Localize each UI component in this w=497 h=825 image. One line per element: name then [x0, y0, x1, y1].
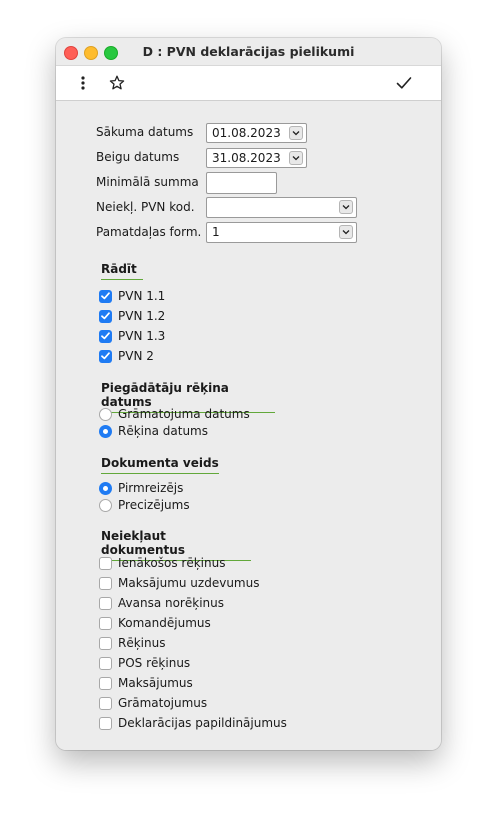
chevron-down-icon[interactable]: [289, 151, 303, 165]
end-date-value: 31.08.2023: [212, 151, 281, 165]
vat-code-label: Neiekļ. PVN kod.: [96, 200, 195, 214]
exclude-checkbox-row[interactable]: Ienākošos rēķinus: [99, 555, 225, 571]
show-checkbox-row[interactable]: PVN 1.1: [99, 288, 165, 304]
start-date-label: Sākuma datums: [96, 125, 194, 139]
checkbox[interactable]: [99, 596, 112, 610]
checkbox[interactable]: [99, 716, 112, 730]
base-form-select[interactable]: 1: [206, 222, 357, 243]
title-bar: D : PVN deklarācijas pielikumi: [56, 38, 441, 66]
document-type-section-heading: Dokumenta veids: [101, 456, 219, 474]
min-sum-label: Minimālā summa: [96, 175, 199, 189]
checkbox[interactable]: [99, 289, 112, 303]
checkbox[interactable]: [99, 636, 112, 650]
chevron-down-icon[interactable]: [289, 126, 303, 140]
checkbox[interactable]: [99, 656, 112, 670]
exclude-checkbox-row[interactable]: Grāmatojumus: [99, 695, 207, 711]
checkbox[interactable]: [99, 696, 112, 710]
supplier-date-radio-row[interactable]: Rēķina datums: [99, 423, 208, 439]
show-checkbox-label: PVN 1.2: [118, 309, 166, 323]
checkbox[interactable]: [99, 616, 112, 630]
exclude-checkbox-label: Rēķinus: [118, 636, 166, 650]
dialog-window: D : PVN deklarācijas pielikumi Sākuma da…: [56, 38, 441, 750]
radio-button[interactable]: [99, 481, 112, 495]
more-vertical-icon[interactable]: [73, 73, 93, 93]
exclude-checkbox-label: Avansa norēķinus: [118, 596, 224, 610]
exclude-checkbox-row[interactable]: POS rēķinus: [99, 655, 190, 671]
show-checkbox-row[interactable]: PVN 1.2: [99, 308, 165, 324]
checkmark-icon[interactable]: [394, 73, 414, 93]
exclude-checkbox-label: Ienākošos rēķinus: [118, 556, 226, 570]
document-type-radio-label: Precizējums: [118, 498, 190, 512]
window-title: D : PVN deklarācijas pielikumi: [142, 44, 355, 59]
start-date-value: 01.08.2023: [212, 126, 281, 140]
min-sum-input[interactable]: [206, 172, 277, 194]
exclude-checkbox-label: Komandējumus: [118, 616, 211, 630]
exclude-checkbox-label: Maksājumus: [118, 676, 193, 690]
document-type-radio-row[interactable]: Pirmreizējs: [99, 480, 183, 496]
document-type-radio-label: Pirmreizējs: [118, 481, 184, 495]
exclude-checkbox-label: Grāmatojumus: [118, 696, 208, 710]
end-date-select[interactable]: 31.08.2023: [206, 148, 307, 168]
end-date-label: Beigu datums: [96, 150, 180, 164]
radio-button[interactable]: [99, 498, 112, 512]
checkbox[interactable]: [99, 556, 112, 570]
toolbar: [56, 66, 441, 101]
show-checkbox-label: PVN 1.3: [118, 329, 166, 343]
star-icon[interactable]: [107, 73, 127, 93]
supplier-date-radio-label: Rēķina datums: [118, 424, 208, 438]
vat-code-select[interactable]: [206, 197, 357, 218]
show-checkbox-row[interactable]: PVN 1.3: [99, 328, 165, 344]
show-section-heading: Rādīt: [101, 262, 143, 280]
document-type-radio-row[interactable]: Precizējums: [99, 497, 190, 513]
checkbox[interactable]: [99, 309, 112, 323]
form-content: Sākuma datums 01.08.2023 Beigu datums 31…: [56, 101, 441, 750]
exclude-checkbox-label: Deklarācijas papildinājumus: [118, 716, 287, 730]
base-form-value: 1: [212, 225, 220, 239]
exclude-checkbox-row[interactable]: Maksājumus: [99, 675, 193, 691]
show-checkbox-row[interactable]: PVN 2: [99, 348, 154, 364]
radio-button[interactable]: [99, 424, 112, 438]
base-form-label: Pamatdaļas form.: [96, 225, 202, 239]
show-checkbox-label: PVN 2: [118, 349, 154, 363]
exclude-checkbox-row[interactable]: Rēķinus: [99, 635, 165, 651]
supplier-date-radio-label: Grāmatojuma datums: [118, 407, 250, 421]
radio-button[interactable]: [99, 407, 112, 421]
start-date-select[interactable]: 01.08.2023: [206, 123, 307, 143]
chevron-down-icon[interactable]: [339, 200, 353, 214]
checkbox[interactable]: [99, 349, 112, 363]
exclude-checkbox-row[interactable]: Maksājumu uzdevumus: [99, 575, 259, 591]
exclude-checkbox-row[interactable]: Avansa norēķinus: [99, 595, 224, 611]
exclude-checkbox-row[interactable]: Komandējumus: [99, 615, 211, 631]
exclude-checkbox-label: POS rēķinus: [118, 656, 191, 670]
checkbox[interactable]: [99, 576, 112, 590]
exclude-checkbox-label: Maksājumu uzdevumus: [118, 576, 260, 590]
chevron-down-icon[interactable]: [339, 225, 353, 239]
checkbox[interactable]: [99, 676, 112, 690]
supplier-date-radio-row[interactable]: Grāmatojuma datums: [99, 406, 250, 422]
exclude-checkbox-row[interactable]: Deklarācijas papildinājumus: [99, 715, 287, 731]
show-checkbox-label: PVN 1.1: [118, 289, 166, 303]
checkbox[interactable]: [99, 329, 112, 343]
